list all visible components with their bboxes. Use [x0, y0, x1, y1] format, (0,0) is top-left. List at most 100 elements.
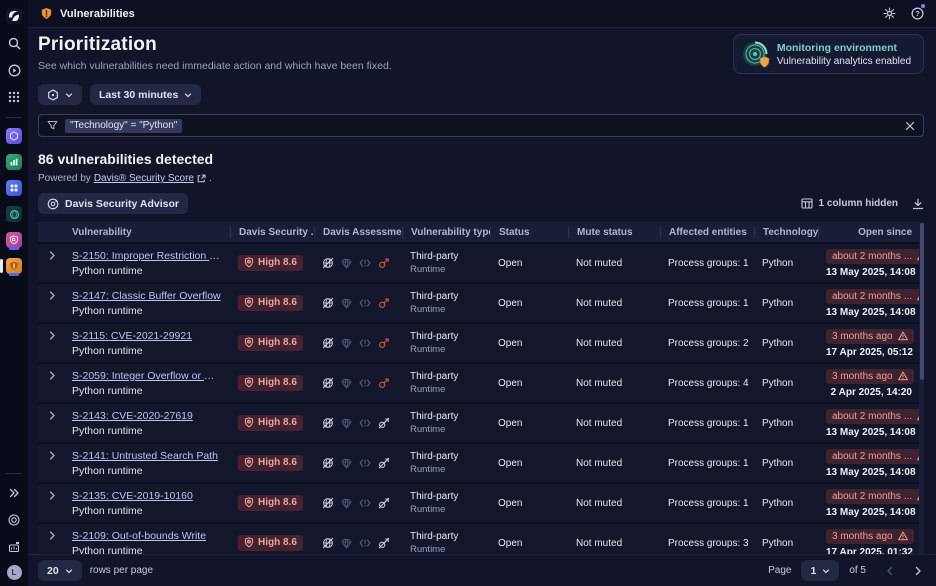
apps-grid-icon[interactable]: [5, 88, 23, 106]
davis-security-score-link[interactable]: Davis® Security Score: [94, 173, 194, 184]
chart-flag-icon[interactable]: [5, 538, 23, 556]
play-circle-icon[interactable]: [5, 61, 23, 79]
column-technology[interactable]: Technology: [754, 227, 818, 238]
vulnerability-type-cell: Third-party Runtime: [402, 371, 490, 395]
data-assets-icon: [341, 378, 352, 389]
vulnerability-type-primary: Third-party: [410, 251, 482, 262]
globe-app-icon[interactable]: [6, 206, 22, 222]
vulnerability-type-cell: Third-party Runtime: [402, 491, 490, 515]
open-since-cell: 3 months ago 17 Apr 2025, 05:12: [818, 329, 924, 358]
open-since-date: 13 May 2025, 14:08: [826, 267, 912, 278]
column-davis-security[interactable]: Davis Security ...: [230, 227, 314, 238]
svg-text:?: ?: [915, 9, 920, 18]
sidebar-divider: [6, 117, 22, 118]
data-assets-icon: [341, 418, 352, 429]
vulnerability-runtime: Python runtime: [72, 505, 222, 517]
expand-row-icon[interactable]: [38, 284, 64, 300]
expand-row-icon[interactable]: [38, 444, 64, 460]
vulnerability-type-primary: Third-party: [410, 371, 482, 382]
search-icon[interactable]: [5, 34, 23, 52]
score-label: High 8.6: [258, 497, 297, 508]
timeframe-button[interactable]: Last 30 minutes: [90, 84, 201, 105]
vulnerability-link[interactable]: S-2115: CVE-2021-29921: [72, 330, 222, 342]
column-davis-assessment[interactable]: Davis Assessment: [314, 227, 402, 238]
table-row[interactable]: S-2150: Improper Restriction of XML E...…: [38, 244, 924, 284]
expand-row-icon[interactable]: [38, 364, 64, 380]
table-scrollbar[interactable]: [919, 222, 924, 564]
chevron-down-icon: [822, 567, 830, 575]
expand-row-icon[interactable]: [38, 324, 64, 340]
topbar: Vulnerabilities ?: [28, 0, 936, 28]
data-assets-icon: [341, 458, 352, 469]
vulnerable-function-icon: [378, 297, 390, 309]
davis-security-advisor-button[interactable]: Davis Security Advisor: [38, 193, 188, 214]
chart-app-icon[interactable]: [6, 154, 22, 170]
affected-entities-cell: Process groups: 4: [660, 378, 754, 389]
monitoring-environment-card[interactable]: Monitoring environment Vulnerability ana…: [733, 34, 924, 74]
public-exploit-icon: [359, 458, 371, 468]
security-investigator-app-icon[interactable]: [6, 232, 22, 248]
cube-app-icon[interactable]: [6, 128, 22, 144]
filter-input[interactable]: "Technology" = "Python": [38, 114, 924, 137]
vulnerable-function-icon: [378, 337, 390, 349]
download-icon[interactable]: [912, 198, 924, 210]
vulnerability-link[interactable]: S-2147: Classic Buffer Overflow: [72, 290, 222, 302]
clear-filter-icon[interactable]: [905, 121, 915, 131]
column-open-since[interactable]: Open since: [818, 227, 924, 238]
help-icon[interactable]: ?: [911, 7, 924, 20]
vulnerability-link[interactable]: S-2150: Improper Restriction of XML E...: [72, 250, 222, 262]
column-mute-status[interactable]: Mute status: [568, 227, 660, 238]
table-row[interactable]: S-2143: CVE-2020-27619 Python runtime Hi…: [38, 404, 924, 444]
settings-gear-icon[interactable]: [883, 7, 896, 20]
table-row[interactable]: S-2059: Integer Overflow or Wraparou... …: [38, 364, 924, 404]
table-row[interactable]: S-2147: Classic Buffer Overflow Python r…: [38, 284, 924, 324]
vulnerability-link[interactable]: S-2143: CVE-2020-27619: [72, 410, 222, 422]
davis-security-cell: High 8.6: [230, 375, 314, 392]
public-exploit-icon: [359, 538, 371, 548]
affected-entities-cell: Process groups: 1: [660, 258, 754, 269]
column-vulnerability-type[interactable]: Vulnerability type: [402, 227, 490, 238]
vulnerability-link[interactable]: S-2059: Integer Overflow or Wraparou...: [72, 370, 222, 382]
previous-page-icon[interactable]: [886, 566, 893, 576]
column-affected-entities[interactable]: Affected entities: [660, 227, 754, 238]
expand-row-icon[interactable]: [38, 524, 64, 540]
dynatrace-logo[interactable]: [5, 7, 23, 25]
table-row[interactable]: S-2115: CVE-2021-29921 Python runtime Hi…: [38, 324, 924, 364]
expand-row-icon[interactable]: [38, 244, 64, 260]
vulnerability-type-primary: Third-party: [410, 291, 482, 302]
mute-status-cell: Not muted: [568, 258, 660, 269]
scrollbar-thumb[interactable]: [920, 223, 924, 380]
filter-query-tag[interactable]: "Technology" = "Python": [65, 119, 182, 133]
user-avatar[interactable]: L: [7, 565, 22, 580]
vulnerability-type-secondary: Runtime: [410, 504, 482, 515]
table-row[interactable]: S-2141: Untrusted Search Path Python run…: [38, 444, 924, 484]
vulnerability-link[interactable]: S-2141: Untrusted Search Path: [72, 450, 222, 462]
squares-app-icon[interactable]: [6, 180, 22, 196]
expand-row-icon[interactable]: [38, 484, 64, 500]
table-row[interactable]: S-2135: CVE-2019-10160 Python runtime Hi…: [38, 484, 924, 524]
vulnerability-link[interactable]: S-2109: Out-of-bounds Write: [72, 530, 222, 542]
vulnerability-link[interactable]: S-2135: CVE-2019-10160: [72, 490, 222, 502]
vulnerable-function-icon: [378, 457, 390, 469]
next-page-icon[interactable]: [915, 566, 922, 576]
score-label: High 8.6: [258, 297, 297, 308]
circled-target-icon[interactable]: [5, 511, 23, 529]
external-link-icon: [197, 174, 206, 183]
vulnerabilities-app-icon[interactable]: [6, 258, 22, 274]
column-vulnerability[interactable]: Vulnerability: [64, 227, 230, 238]
column-status[interactable]: Status: [490, 227, 568, 238]
davis-security-cell: High 8.6: [230, 415, 314, 432]
rows-per-page-select[interactable]: 20: [38, 560, 82, 581]
expand-sidebar-icon[interactable]: [5, 484, 23, 502]
age-label: 3 months ago: [832, 331, 893, 342]
columns-hidden-button[interactable]: 1 column hidden: [801, 198, 898, 209]
page-select[interactable]: 1: [801, 560, 839, 581]
vulnerability-runtime: Python runtime: [72, 345, 222, 357]
scope-filter-button[interactable]: [38, 84, 82, 105]
mute-status-cell: Not muted: [568, 298, 660, 309]
vulnerability-type-cell: Third-party Runtime: [402, 331, 490, 355]
columns-hidden-label: 1 column hidden: [819, 198, 898, 209]
expand-row-icon[interactable]: [38, 404, 64, 420]
davis-security-score-badge: High 8.6: [238, 535, 303, 551]
public-exploit-icon: [359, 298, 371, 308]
